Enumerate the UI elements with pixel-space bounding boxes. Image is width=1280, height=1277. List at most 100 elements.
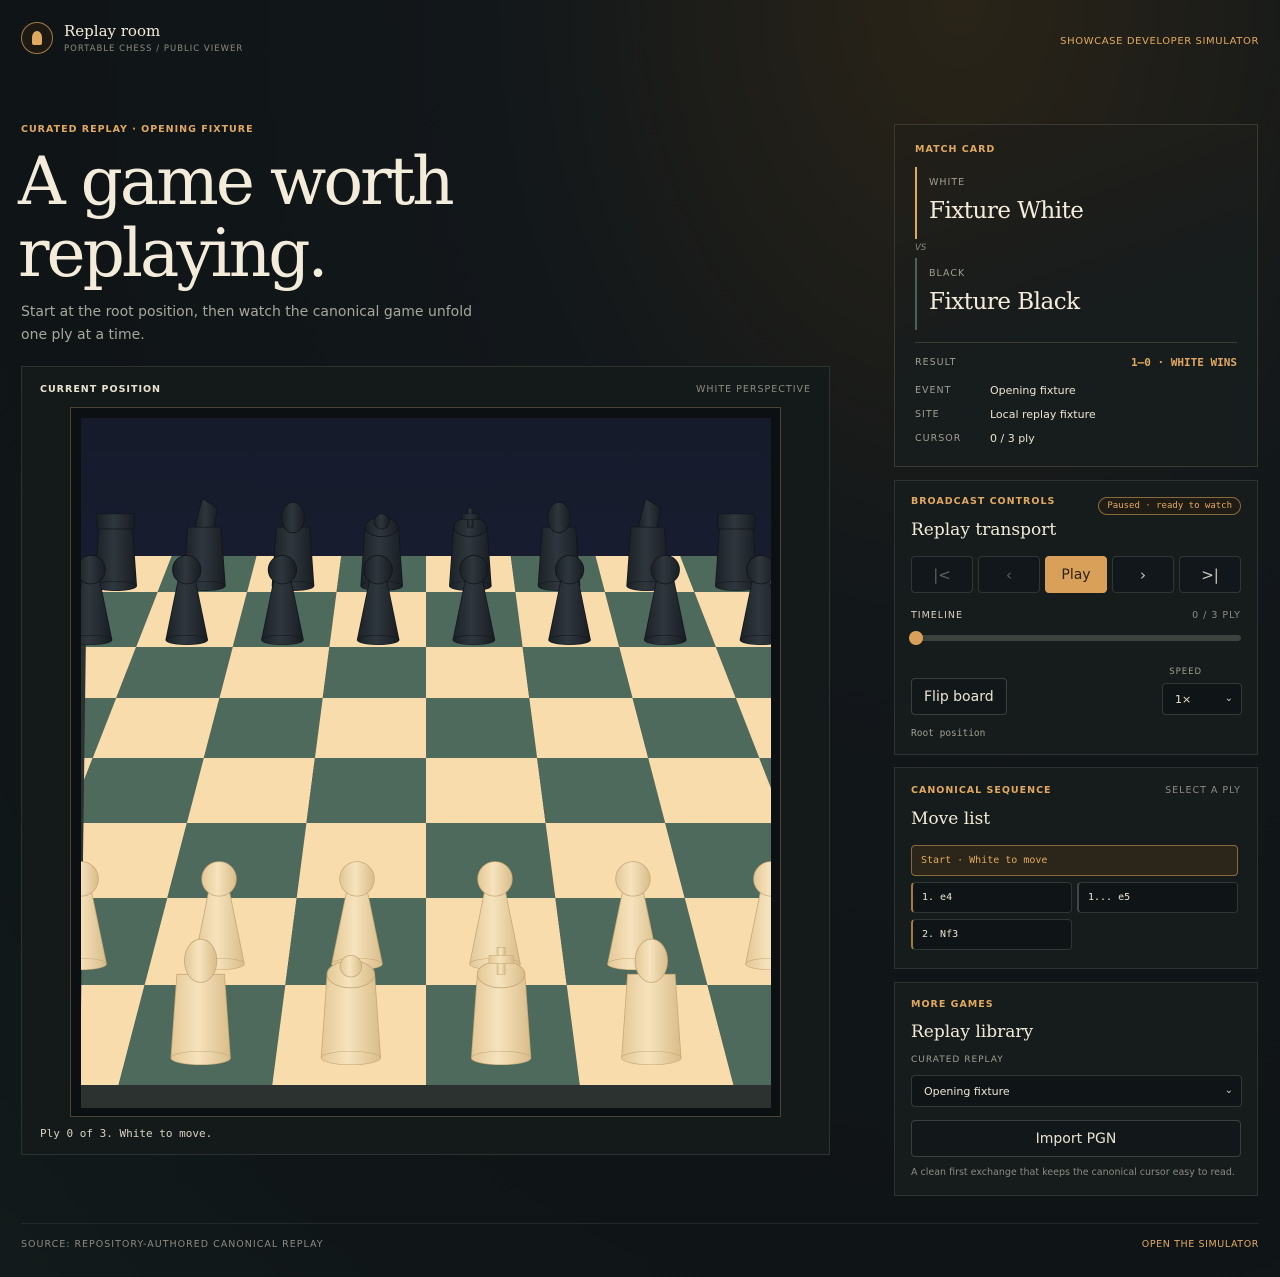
app-title: Replay room	[64, 22, 161, 40]
black-king-e8-cross-h	[461, 513, 480, 520]
board-label: CURRENT POSITION	[40, 384, 162, 395]
board-square-b6	[116, 647, 233, 698]
board-canvas[interactable]	[81, 418, 771, 1108]
white-bishop-c1-body	[170, 973, 231, 1059]
hero-subtitle: Start at the root position, then watch t…	[21, 304, 473, 343]
library-title: Replay library	[911, 1022, 1034, 1042]
black-pawn-d7-base	[356, 634, 400, 646]
white-bishop-f1-mitre	[634, 938, 668, 983]
match-card: MATCH CARD WHITE Fixture White VS BLACK …	[894, 124, 1258, 467]
position-note: Root position	[911, 728, 986, 739]
white-queen-d1-base	[320, 1050, 381, 1066]
black-bishop-c8-mitre	[281, 502, 305, 534]
replay-select-value: Opening fixture	[924, 1084, 1010, 1098]
move-item-2[interactable]: 1... e5	[1077, 882, 1238, 913]
versus-label: VS	[915, 243, 927, 253]
white-label: WHITE	[929, 177, 966, 188]
event-row: EVENT Opening fixture	[915, 384, 1237, 397]
board-square-e4	[426, 758, 546, 823]
developer-simulator-link[interactable]: SHOWCASE DEVELOPER SIMULATOR	[1060, 36, 1259, 47]
speed-value: 1×	[1175, 692, 1192, 706]
site-label: SITE	[915, 409, 940, 420]
replay-select[interactable]: Opening fixture ⌄	[911, 1075, 1242, 1107]
footer-source: SOURCE: REPOSITORY-AUTHORED CANONICAL RE…	[21, 1239, 324, 1250]
black-pawn-b7-base	[165, 634, 208, 646]
black-label: BLACK	[929, 268, 966, 279]
white-queen-d1	[320, 955, 382, 1066]
result-value: 1–0 · WHITE WINS	[1131, 356, 1237, 369]
timeline-slider-thumb[interactable]	[909, 631, 923, 645]
footer-divider	[21, 1223, 1259, 1224]
flip-board-button[interactable]: Flip board	[911, 678, 1007, 715]
chevron-down-icon: ⌄	[1224, 693, 1233, 704]
library-note: A clean first exchange that keeps the ca…	[911, 1167, 1235, 1178]
board-square-c4	[186, 758, 315, 823]
previous-ply-button[interactable]: ‹	[978, 556, 1040, 593]
chess-board-3d[interactable]	[81, 418, 771, 1108]
board-panel: CURRENT POSITION WHITE PERSPECTIVE Ply 0…	[21, 366, 830, 1155]
cursor-value: 0 / 3 ply	[990, 432, 1035, 445]
board-square-d5	[314, 698, 426, 758]
white-king-e1-base	[471, 1050, 532, 1066]
chevron-down-icon: ⌄	[1224, 1085, 1233, 1096]
cursor-label: CURSOR	[915, 433, 962, 444]
black-rook-h8-crown	[717, 513, 756, 530]
white-bishop-f1-body	[621, 973, 682, 1059]
moves-hint: SELECT A PLY	[1165, 785, 1241, 796]
event-label: EVENT	[915, 385, 952, 396]
first-ply-button[interactable]: |<	[911, 556, 973, 593]
timeline-slider[interactable]	[909, 631, 1241, 645]
board-square-f4	[537, 758, 666, 823]
black-rook-a8-crown	[96, 513, 135, 530]
event-value: Opening fixture	[990, 384, 1076, 397]
white-bishop-c1-base	[170, 1050, 231, 1066]
white-player: WHITE Fixture White	[915, 167, 1215, 239]
hero-eyebrow: CURATED REPLAY · OPENING FIXTURE	[21, 124, 254, 135]
board-square-c5	[203, 698, 323, 758]
black-pawn-e7-head	[459, 555, 489, 585]
result-label: RESULT	[915, 357, 957, 368]
board-square-f6	[522, 647, 633, 698]
cursor-row: CURSOR 0 / 3 ply	[915, 432, 1237, 445]
board-edge	[81, 1085, 771, 1108]
board-square-f3	[545, 823, 685, 898]
board-square-d4	[306, 758, 426, 823]
black-pawn-f7-head	[554, 555, 585, 585]
import-pgn-button[interactable]: Import PGN	[911, 1120, 1241, 1157]
white-pawn-f2-head	[615, 861, 651, 897]
white-king-e1-cross-h	[488, 955, 514, 964]
app-subtitle: PORTABLE CHESS / PUBLIC VIEWER	[64, 44, 244, 54]
white-bishop-c1-mitre	[184, 938, 218, 983]
board-square-f5	[529, 698, 649, 758]
move-start[interactable]: Start · White to move	[911, 845, 1238, 876]
speed-select[interactable]: 1× ⌄	[1162, 683, 1242, 715]
black-player: BLACK Fixture Black	[915, 258, 1215, 330]
hero-title-line-1: A game worth	[18, 143, 455, 220]
timeline-label: TIMELINE	[911, 610, 964, 621]
move-item-1[interactable]: 1. e4	[911, 882, 1072, 913]
library-eyebrow: MORE GAMES	[911, 999, 994, 1010]
site-row: SITE Local replay fixture	[915, 408, 1237, 421]
board-square-c6	[219, 647, 330, 698]
white-pawn-e2-head	[477, 861, 513, 897]
black-bishop-f8-mitre	[547, 502, 571, 534]
board-square-d6	[322, 647, 426, 698]
brand: Replay room PORTABLE CHESS / PUBLIC VIEW…	[64, 22, 243, 54]
white-pawn-d2-head	[339, 861, 375, 897]
black-name: Fixture Black	[929, 289, 1080, 315]
next-ply-button[interactable]: ›	[1112, 556, 1174, 593]
board-square-g6	[619, 647, 736, 698]
move-item-3[interactable]: 2. Nf3	[911, 919, 1072, 950]
white-pawn-c2-head	[201, 861, 237, 897]
broadcast-controls-card: BROADCAST CONTROLS Paused · ready to wat…	[894, 480, 1258, 755]
open-simulator-link[interactable]: OPEN THE SIMULATOR	[1142, 1239, 1259, 1250]
last-ply-button[interactable]: >|	[1179, 556, 1241, 593]
play-button[interactable]: Play	[1045, 556, 1107, 593]
match-divider	[915, 342, 1237, 343]
hero-title: A game worth replaying.	[18, 146, 578, 290]
timeline-value: 0 / 3 PLY	[1192, 610, 1241, 621]
black-pawn-g7-base	[644, 634, 687, 646]
controls-eyebrow: BROADCAST CONTROLS	[911, 496, 1056, 507]
controls-title: Replay transport	[911, 520, 1057, 540]
black-queen-d8-finial	[373, 513, 390, 530]
